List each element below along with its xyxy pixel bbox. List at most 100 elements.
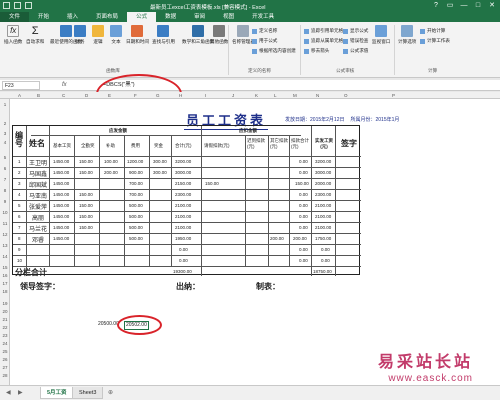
tab-insert[interactable]: 插入 [58, 12, 87, 22]
row-header[interactable]: 2 [0, 121, 10, 126]
column-header[interactable]: D [85, 92, 88, 99]
table-cell[interactable]: 1750.00 [315, 236, 331, 241]
table-cell[interactable]: 1450.00 [53, 181, 69, 186]
table-cell[interactable]: 马兰花 [29, 224, 47, 233]
calculate-now-button[interactable]: 开始计算 [420, 28, 445, 34]
ribbon-display-button[interactable]: ▭ [444, 1, 456, 10]
table-cell[interactable]: 邱国斌 [29, 180, 47, 189]
table-cell[interactable]: 2 [18, 170, 21, 175]
column-header[interactable]: G [156, 92, 160, 99]
column-header[interactable]: E [108, 92, 111, 99]
column-header[interactable]: A [18, 92, 21, 99]
column-header[interactable]: N [316, 92, 319, 99]
table-cell[interactable]: 3200.00 [315, 159, 331, 164]
column-header[interactable]: K [255, 92, 258, 99]
subtotal-net[interactable]: 18750.00 [313, 269, 332, 274]
table-cell[interactable]: 150.00 [205, 181, 219, 186]
row-header[interactable]: 7 [0, 177, 10, 182]
table-cell[interactable]: 0.00 [299, 203, 308, 208]
row-header[interactable]: 10 [0, 210, 10, 215]
row-header[interactable]: 1 [0, 102, 10, 107]
table-cell[interactable]: 张爱萍 [29, 202, 47, 211]
table-cell[interactable]: 3200.00 [175, 159, 191, 164]
save-icon[interactable] [3, 2, 10, 9]
row-header[interactable]: 21 [0, 317, 10, 322]
table-cell[interactable]: 2300.00 [175, 192, 191, 197]
table-cell[interactable]: 王卫明 [29, 158, 47, 167]
table-cell[interactable]: 0.00 [299, 192, 308, 197]
column-header[interactable]: O [344, 92, 348, 99]
text-button[interactable]: 文本 [110, 25, 122, 45]
table-cell[interactable]: 700.00 [129, 192, 143, 197]
tab-page-layout[interactable]: 页面布局 [87, 12, 127, 22]
tab-data[interactable]: 数据 [156, 12, 185, 22]
redo-icon[interactable] [25, 2, 32, 9]
table-cell[interactable]: 500.00 [129, 203, 143, 208]
minimize-button[interactable]: — [458, 1, 470, 10]
row-header[interactable]: 4 [0, 140, 10, 145]
help-button[interactable]: ? [430, 1, 442, 10]
row-header[interactable]: 8 [0, 188, 10, 193]
row-header[interactable]: 14 [0, 254, 10, 259]
table-cell[interactable]: 150.00 [79, 203, 93, 208]
table-cell[interactable]: 200.00 [104, 170, 118, 175]
table-cell[interactable]: 200.00 [293, 236, 307, 241]
trace-dependents-button[interactable]: 追踪从属单元格 [304, 38, 343, 44]
fx-icon[interactable]: fx [62, 81, 67, 90]
use-in-formula-button[interactable]: 用于公式 [252, 38, 277, 44]
calculation-options-button[interactable]: 计算选项 [398, 25, 416, 45]
table-cell[interactable]: 1450.00 [53, 203, 69, 208]
table-cell[interactable]: 1450.00 [53, 159, 69, 164]
row-header[interactable]: 26 [0, 357, 10, 362]
table-cell[interactable]: 500.00 [129, 214, 143, 219]
table-cell[interactable]: 6 [18, 214, 21, 219]
row-header[interactable]: 13 [0, 243, 10, 248]
row-header[interactable]: 9 [0, 199, 10, 204]
table-cell[interactable]: 150.00 [295, 181, 309, 186]
trace-precedents-button[interactable]: 追踪引用单元格 [304, 28, 343, 34]
row-header[interactable]: 27 [0, 365, 10, 370]
table-cell[interactable]: 200.00 [270, 236, 284, 241]
table-cell[interactable]: 100.00 [104, 159, 118, 164]
row-header[interactable]: 19 [0, 301, 10, 306]
tab-file[interactable]: 文件 [0, 12, 30, 22]
column-header[interactable]: I [205, 92, 206, 99]
table-cell[interactable]: 1450.00 [53, 170, 69, 175]
table-cell[interactable]: 2100.00 [315, 203, 331, 208]
row-header[interactable]: 12 [0, 232, 10, 237]
table-cell[interactable]: 7 [18, 225, 21, 230]
row-header[interactable]: 3 [0, 131, 10, 136]
table-cell[interactable]: 1450.00 [53, 225, 69, 230]
lookup-button[interactable]: 查找与引用 [152, 25, 175, 45]
insert-function-button[interactable]: fx 插入函数 [4, 25, 22, 45]
table-cell[interactable]: 2000.00 [315, 181, 331, 186]
column-header[interactable]: H [179, 92, 182, 99]
table-cell[interactable]: 马国鑫 [29, 169, 47, 178]
autosum-button[interactable]: Σ 自动求和 [26, 25, 44, 45]
evaluate-formula-button[interactable]: 公式求值 [343, 48, 368, 54]
table-cell[interactable]: 5 [18, 203, 21, 208]
row-header[interactable]: 24 [0, 341, 10, 346]
name-box[interactable]: F23 [2, 81, 40, 90]
table-cell[interactable]: 0.00 [321, 258, 330, 263]
table-cell[interactable]: 1450.00 [53, 236, 69, 241]
table-cell[interactable]: 0.00 [179, 258, 188, 263]
row-header[interactable]: 11 [0, 221, 10, 226]
table-cell[interactable]: 1950.00 [175, 236, 191, 241]
table-cell[interactable]: 150.00 [79, 159, 93, 164]
column-header[interactable]: P [392, 92, 395, 99]
watch-window-button[interactable]: 监视窗口 [372, 25, 390, 45]
show-formulas-button[interactable]: 显示公式 [343, 28, 368, 34]
table-cell[interactable]: 300.00 [153, 170, 167, 175]
row-header[interactable]: 5 [0, 155, 10, 160]
table-cell[interactable]: 150.00 [79, 170, 93, 175]
cell-e23[interactable]: 20500.00 [98, 321, 119, 327]
prev-sheet-icon[interactable]: ◀ [6, 389, 11, 396]
tab-review[interactable]: 审阅 [185, 12, 214, 22]
add-sheet-icon[interactable]: ⊕ [108, 389, 113, 396]
define-name-button[interactable]: 定义名称 [252, 28, 277, 34]
table-cell[interactable]: 900.00 [129, 170, 143, 175]
financial-button[interactable]: 财务 [74, 25, 86, 45]
row-header[interactable]: 16 [0, 273, 10, 278]
column-header[interactable]: M [293, 92, 297, 99]
